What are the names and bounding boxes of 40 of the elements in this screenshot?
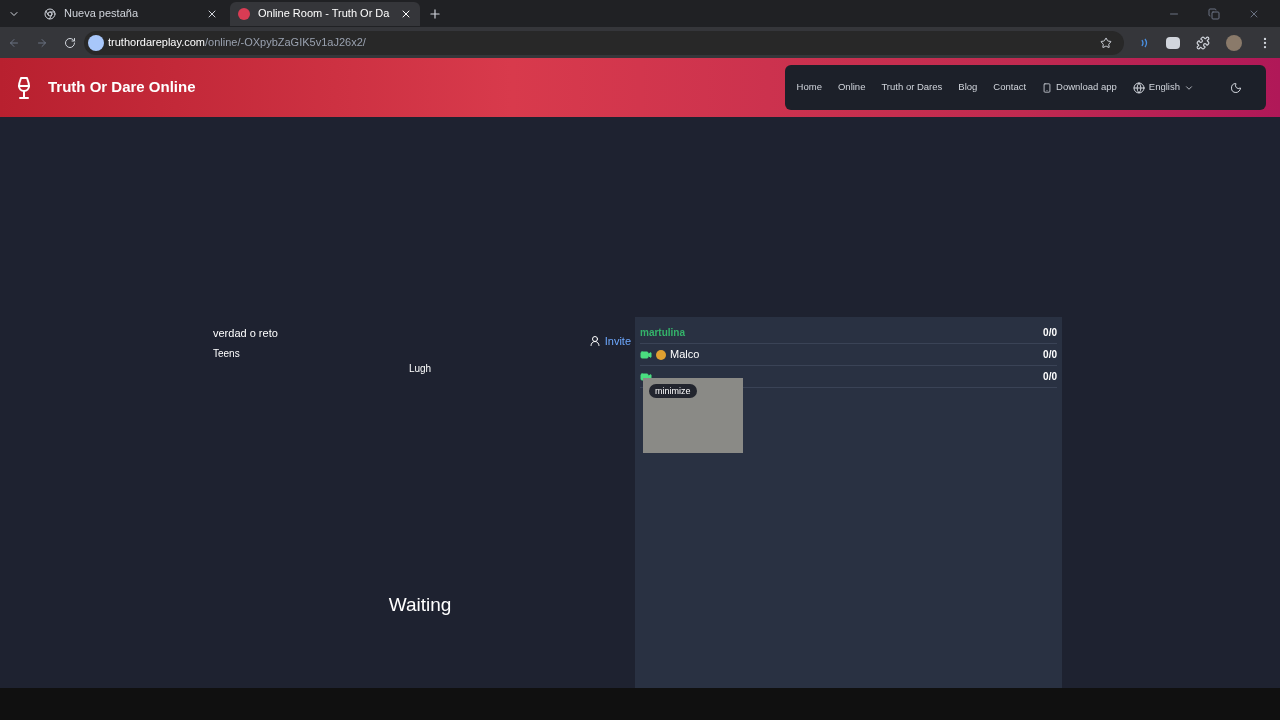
room-name: verdad o reto	[213, 326, 278, 341]
player-score: 0/0	[1043, 370, 1057, 384]
current-player: Lugh	[408, 361, 432, 376]
player-name: Malco	[670, 347, 700, 363]
tab-title: Nueva pestaña	[64, 6, 139, 22]
game-status: Waiting	[388, 592, 452, 617]
new-tab-icon[interactable]	[428, 6, 442, 21]
browser-tab[interactable]: Nueva pestaña	[36, 1, 226, 26]
nav-link[interactable]: Contact	[993, 80, 1027, 95]
nav-link[interactable]: Blog	[958, 80, 978, 95]
player-score: 0/0	[1043, 348, 1057, 362]
player-score: 0/0	[1043, 326, 1057, 340]
room-category: Teens	[213, 346, 241, 361]
player-name: martulina	[640, 326, 685, 340]
site-icon	[88, 34, 104, 51]
reload-icon[interactable]	[64, 36, 76, 49]
sound-waves-icon[interactable]	[1140, 37, 1150, 48]
address-bar[interactable]: truthordareplay.com/online/-OXpybZaGIK5v1aJ26x2/	[84, 30, 1124, 55]
extensions-icon[interactable]	[1196, 35, 1210, 50]
bookmark-icon[interactable]	[1100, 36, 1112, 49]
user-icon	[588, 335, 601, 348]
url-text: truthordareplay.com/online/-OXpybZaGIK5v1aJ26x2/	[108, 35, 366, 51]
nav-link[interactable]: Truth or Dares	[881, 80, 943, 95]
camera-icon	[640, 348, 652, 361]
nav-link[interactable]: Download app	[1042, 80, 1117, 95]
globe-icon	[1132, 81, 1145, 94]
nav-link[interactable]: Online	[837, 80, 866, 95]
browser-icon	[44, 7, 56, 20]
recording-icon	[238, 7, 250, 20]
browser-tab[interactable]: Online Room - Truth Or Da	[230, 1, 420, 26]
site-title[interactable]: Truth Or Dare Online	[48, 76, 196, 99]
invite-button[interactable]: Invite	[588, 317, 635, 350]
profile-avatar[interactable]	[1226, 34, 1242, 51]
tab-title: Online Room - Truth Or Da	[258, 6, 391, 22]
dark-mode-icon[interactable]	[1230, 81, 1242, 94]
restore-icon[interactable]	[1208, 7, 1220, 20]
phone-icon	[1042, 82, 1053, 93]
language-select[interactable]: English	[1132, 80, 1194, 95]
nav-link[interactable]: Home	[796, 80, 822, 95]
minimize-button[interactable]: minimize	[649, 384, 697, 398]
